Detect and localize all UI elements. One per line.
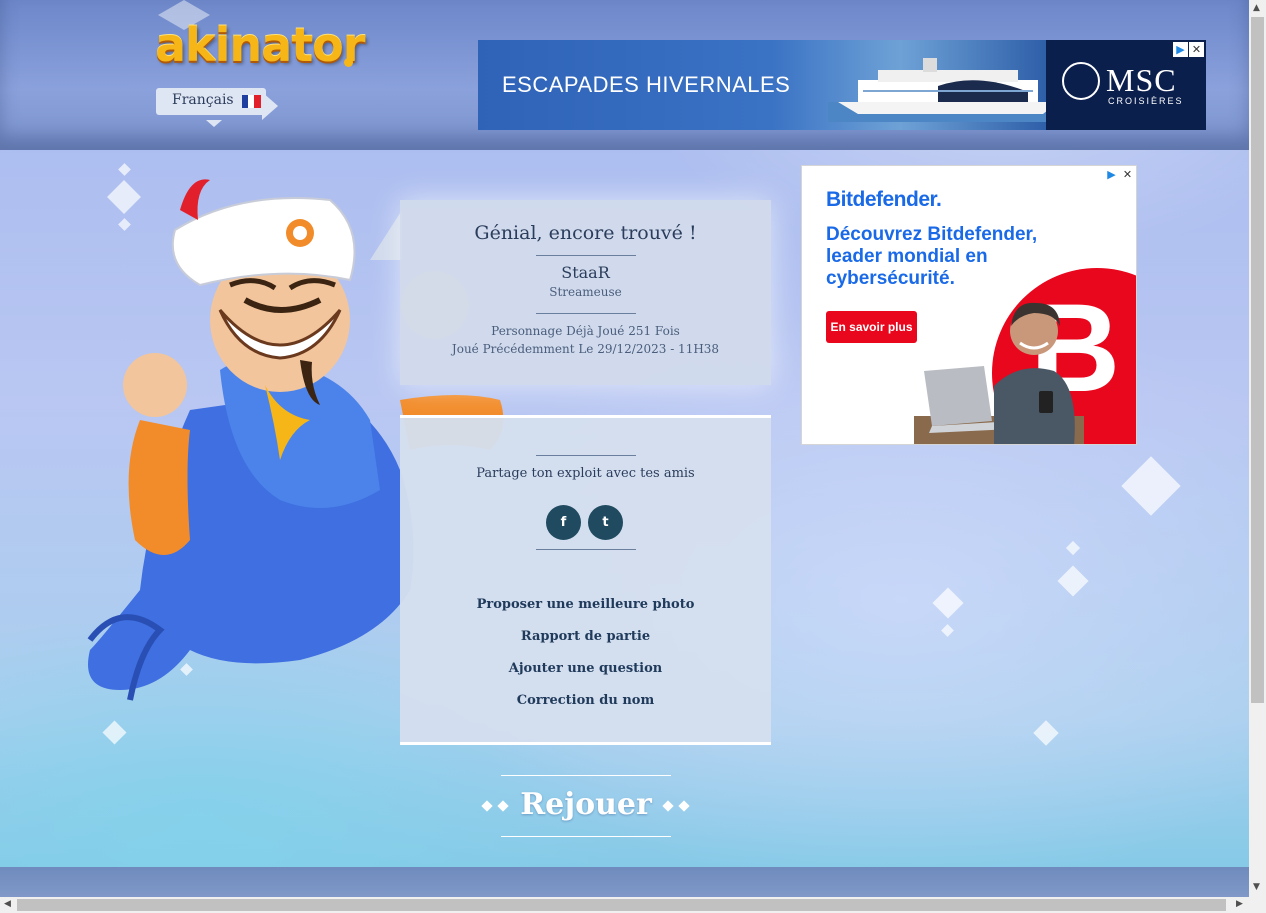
scroll-up-icon[interactable]: ▲: [1253, 3, 1260, 13]
cruise-ship-icon: [828, 58, 1078, 122]
divider: [536, 313, 636, 314]
scroll-down-icon[interactable]: ▼: [1253, 882, 1260, 892]
result-title: Génial, encore trouvé !: [474, 222, 697, 244]
decor-diamond: [102, 720, 127, 745]
ad-banner-msc[interactable]: ESCAPADES HIVERNALES MSC CROISIÈRES ▶ ✕: [478, 40, 1206, 130]
vertical-scrollbar-thumb[interactable]: [1251, 17, 1264, 703]
twitter-share-button[interactable]: t: [588, 505, 623, 540]
add-question-link[interactable]: Ajouter une question: [400, 661, 771, 676]
page-background: akinator Français ESCAPADES HIVERNALES M…: [0, 0, 1249, 897]
bitdefender-copy: Découvrez Bitdefender, leader mondial en…: [826, 224, 1038, 289]
decor-diamond: [932, 587, 964, 619]
decor-diamond: [1065, 540, 1081, 556]
ad-close-icon[interactable]: ✕: [1120, 167, 1135, 182]
bitdefender-brand: Bitdefender.: [826, 188, 942, 211]
divider: [536, 549, 636, 550]
language-label: Français: [172, 92, 234, 108]
divider: [501, 775, 671, 776]
name-correction-link[interactable]: Correction du nom: [400, 693, 771, 708]
horizontal-scrollbar-thumb[interactable]: [17, 899, 1226, 911]
decor-diamond: [941, 624, 954, 637]
ad-bitdefender[interactable]: B Bitdefender. Découvrez Bitdefender, le…: [801, 165, 1137, 445]
chevron-down-icon: [206, 120, 222, 127]
replay-label: Rejouer: [520, 787, 652, 822]
character-description: Streameuse: [549, 285, 622, 299]
stat-played-count: Personnage Déjà Joué 251 Fois: [491, 324, 680, 338]
msc-brand: MSC: [1106, 62, 1177, 98]
divider: [501, 836, 671, 837]
decor-diamond: [1121, 456, 1181, 516]
man-with-laptop-image: [914, 302, 1084, 444]
facebook-icon: f: [560, 515, 567, 530]
game-report-link[interactable]: Rapport de partie: [400, 629, 771, 644]
akinator-logo[interactable]: akinator: [155, 18, 365, 72]
registered-mark-icon: [344, 58, 353, 67]
character-name: StaaR: [561, 263, 610, 282]
propose-photo-link[interactable]: Proposer une meilleure photo: [400, 597, 771, 612]
language-selector[interactable]: Français: [156, 88, 266, 115]
msc-emblem-icon: [1062, 62, 1100, 100]
ad-close-icon[interactable]: ✕: [1189, 42, 1204, 57]
divider: [536, 455, 636, 456]
adchoices-icon[interactable]: ▶: [1104, 167, 1119, 182]
replay-button[interactable]: Rejouer: [480, 775, 692, 837]
scroll-left-icon[interactable]: ◀: [4, 899, 11, 909]
adchoices-icon[interactable]: ▶: [1173, 42, 1188, 57]
result-bubble: Génial, encore trouvé ! StaaR Streameuse…: [400, 200, 771, 385]
stat-last-played: Joué Précédemment Le 29/12/2023 - 11H38: [451, 342, 720, 356]
vertical-scrollbar[interactable]: ▲ ▼: [1249, 0, 1266, 897]
divider: [536, 255, 636, 256]
header: akinator Français ESCAPADES HIVERNALES M…: [0, 0, 1249, 150]
scroll-right-icon[interactable]: ▶: [1236, 899, 1243, 909]
actions-panel: Partage ton exploit avec tes amis f t Pr…: [400, 415, 771, 745]
share-text: Partage ton exploit avec tes amis: [476, 466, 695, 481]
horizontal-scrollbar[interactable]: ◀ ▶: [0, 897, 1266, 913]
facebook-share-button[interactable]: f: [546, 505, 581, 540]
twitter-icon: t: [602, 515, 609, 530]
decor-diamond: [1033, 720, 1059, 746]
fr-flag-icon: [241, 95, 261, 108]
msc-brand-sub: CROISIÈRES: [1108, 96, 1184, 106]
footer: [0, 867, 1249, 897]
decor-diamond: [1057, 565, 1089, 597]
learn-more-button[interactable]: En savoir plus: [826, 311, 917, 343]
ad-banner-headline: ESCAPADES HIVERNALES: [502, 72, 791, 97]
